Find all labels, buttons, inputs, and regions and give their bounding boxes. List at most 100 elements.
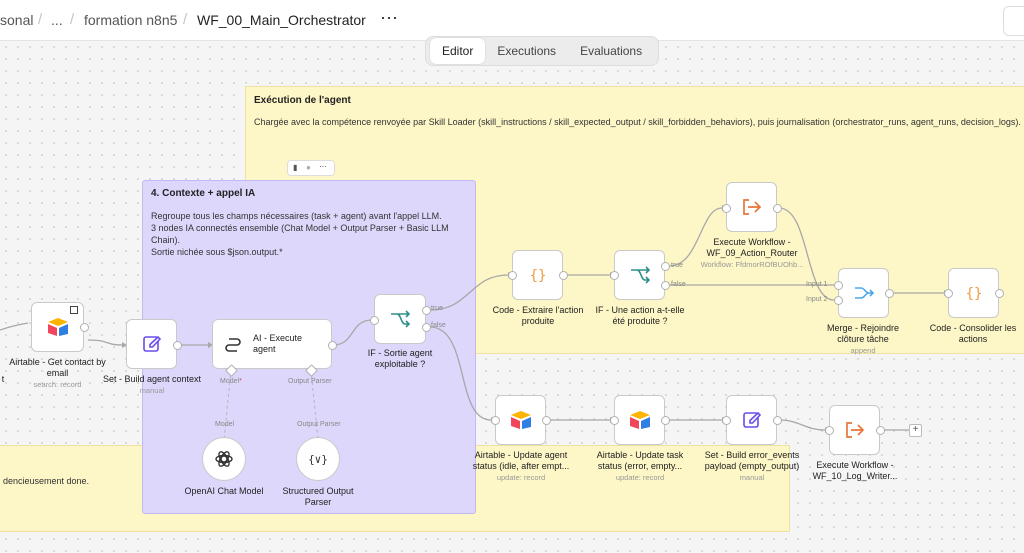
- output-port[interactable]: [661, 416, 670, 425]
- breadcrumb-ellipsis[interactable]: ...: [51, 12, 63, 28]
- input-port[interactable]: [825, 426, 834, 435]
- merge-cloture-tache-node[interactable]: [838, 268, 889, 318]
- true-label: true: [671, 262, 684, 269]
- structured-output-parser-node[interactable]: {∨}: [296, 437, 340, 481]
- pencil-icon: [742, 411, 761, 428]
- openai-icon: [215, 451, 233, 467]
- if-branch-icon: [630, 266, 650, 284]
- connection: [332, 319, 373, 346]
- workflow-name[interactable]: WF_00_Main_Orchestrator: [197, 12, 366, 28]
- node-label: Execute Workflow - WF_10_Log_Writer...: [812, 460, 898, 481]
- node-label: Code - Extraire l'action produite: [492, 305, 584, 326]
- airtable-icon: [47, 318, 68, 336]
- input-port[interactable]: [610, 416, 619, 425]
- exec-arrow-icon: [742, 199, 761, 215]
- svg-text:{}: {}: [529, 268, 546, 284]
- output-port[interactable]: [173, 341, 182, 350]
- ai-execute-agent-node[interactable]: AI - Execute agent: [212, 319, 332, 369]
- chain-icon: [225, 338, 241, 352]
- execute-workflow-log-writer-node[interactable]: [829, 405, 880, 455]
- true-output-port[interactable]: [661, 262, 670, 271]
- true-output-port[interactable]: [422, 306, 431, 315]
- output-port[interactable]: [773, 204, 782, 213]
- input-port-2[interactable]: [834, 296, 843, 305]
- input-port[interactable]: [722, 204, 731, 213]
- output-port[interactable]: [773, 416, 782, 425]
- input-port[interactable]: [508, 271, 517, 280]
- node-title: AI - Execute agent: [253, 333, 303, 354]
- output-port[interactable]: [80, 323, 89, 332]
- false-output-port[interactable]: [422, 323, 431, 332]
- node-subtitle: update: record: [615, 473, 665, 482]
- false-output-port[interactable]: [661, 281, 670, 290]
- output-port[interactable]: [885, 289, 894, 298]
- tab-editor[interactable]: Editor: [430, 38, 486, 64]
- node-subtitle: update: record: [496, 473, 546, 482]
- port-label-model: Model: [215, 421, 235, 428]
- airtable-get-contact-node[interactable]: [31, 302, 84, 352]
- node-label: Airtable - Update agent status (idle, aft…: [472, 450, 570, 471]
- input-port[interactable]: [491, 416, 500, 425]
- node-label: IF - Une action a-t-elle été produite ?: [595, 305, 685, 326]
- airtable-update-task-status-node[interactable]: [614, 395, 665, 445]
- node-label: Structured Output Parser: [282, 486, 354, 507]
- airtable-icon: [510, 411, 531, 429]
- node-label: Set - Build error_events payload (empty_o…: [704, 450, 800, 471]
- code-braces-icon: {}: [965, 286, 982, 302]
- execute-workflow-action-router-node[interactable]: [726, 182, 777, 232]
- node-label: Merge - Rejoindre clôture tâche: [826, 323, 900, 344]
- top-bar: sonal / ... / formation n8n5 / WF_00_Mai…: [0, 0, 1024, 41]
- false-label: false: [431, 322, 446, 329]
- openai-chat-model-node[interactable]: [202, 437, 246, 481]
- output-port[interactable]: [328, 341, 337, 350]
- set-build-agent-context-node[interactable]: [126, 319, 177, 369]
- pencil-icon: [142, 335, 161, 352]
- code-extraire-action-node[interactable]: {}: [512, 250, 563, 300]
- input-1-label: Input 1: [806, 281, 828, 288]
- breadcrumb-folder[interactable]: formation n8n5: [84, 12, 177, 28]
- node-subtitle: manual: [739, 473, 765, 482]
- output-port[interactable]: [995, 289, 1004, 298]
- if-action-produite-node[interactable]: [614, 250, 665, 300]
- more-options-button[interactable]: ⋯: [380, 8, 399, 29]
- output-port[interactable]: [542, 416, 551, 425]
- input-port[interactable]: [610, 271, 619, 280]
- airtable-update-agent-status-node[interactable]: [495, 395, 546, 445]
- node-label: Airtable - Update task status (error, emp…: [596, 450, 684, 471]
- input-port[interactable]: [944, 289, 953, 298]
- input-port[interactable]: [370, 316, 379, 325]
- breadcrumb-project[interactable]: sonal: [0, 12, 33, 28]
- braces-icon: {∨}: [308, 453, 328, 466]
- port-label-output-parser: Output Parser: [288, 378, 332, 385]
- node-settings-icon[interactable]: [70, 306, 78, 314]
- output-port[interactable]: [876, 426, 885, 435]
- node-subtitle: Workflow: FfdmorROfBUOhb...: [700, 260, 804, 269]
- tab-evaluations[interactable]: Evaluations: [568, 38, 654, 64]
- node-label: OpenAI Chat Model: [184, 486, 264, 496]
- svg-text:{}: {}: [965, 286, 982, 302]
- port-label-output-parser: Output Parser: [297, 421, 341, 428]
- node-subtitle: append: [850, 346, 876, 355]
- output-port[interactable]: [559, 271, 568, 280]
- input-port-1[interactable]: [834, 281, 843, 290]
- breadcrumb-separator: /: [38, 11, 43, 28]
- input-port[interactable]: [722, 416, 731, 425]
- connection: [87, 339, 123, 346]
- if-sortie-agent-node[interactable]: [374, 294, 426, 344]
- add-node-button[interactable]: +: [909, 424, 922, 437]
- false-label: false: [671, 281, 686, 288]
- input-2-label: Input 2: [806, 296, 828, 303]
- set-build-error-events-node[interactable]: [726, 395, 777, 445]
- code-consolider-actions-node[interactable]: {}: [948, 268, 999, 318]
- if-branch-icon: [391, 310, 411, 328]
- true-label: true: [431, 305, 444, 312]
- node-label: Execute Workflow - WF_09_Action_Router: [706, 237, 798, 258]
- svg-text:{∨}: {∨}: [308, 453, 328, 466]
- tab-executions[interactable]: Executions: [485, 38, 568, 64]
- breadcrumb-separator: /: [70, 11, 75, 28]
- node-label: Set - Build agent context: [102, 374, 202, 384]
- right-toolbar-box[interactable]: [1003, 6, 1024, 36]
- breadcrumb-separator: /: [183, 11, 188, 28]
- connection: [0, 322, 29, 331]
- code-braces-icon: {}: [529, 268, 546, 284]
